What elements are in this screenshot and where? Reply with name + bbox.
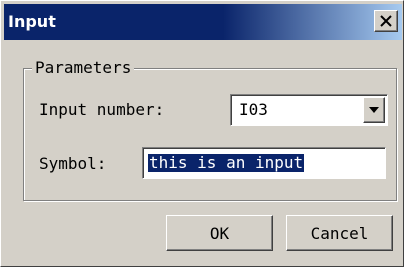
input-number-dropdown-button[interactable] [363,97,385,123]
window-title: Input [8,12,56,31]
input-number-select[interactable]: I03 [230,94,388,126]
symbol-value: this is an input [148,153,305,172]
ok-button[interactable]: OK [166,215,273,251]
symbol-label: Symbol: [39,154,107,173]
input-number-value: I03 [239,100,268,119]
parameters-group-label: Parameters [32,59,135,77]
title-bar[interactable]: Input [4,4,402,40]
symbol-field[interactable]: this is an input [142,147,386,179]
close-button[interactable] [374,10,398,32]
cancel-button[interactable]: Cancel [286,215,393,251]
input-number-label: Input number: [39,100,165,119]
parameters-group [23,68,397,201]
chevron-down-icon [369,107,379,113]
input-dialog: Input Parameters Input number: I03 Symbo… [0,0,404,267]
close-icon [380,15,392,27]
